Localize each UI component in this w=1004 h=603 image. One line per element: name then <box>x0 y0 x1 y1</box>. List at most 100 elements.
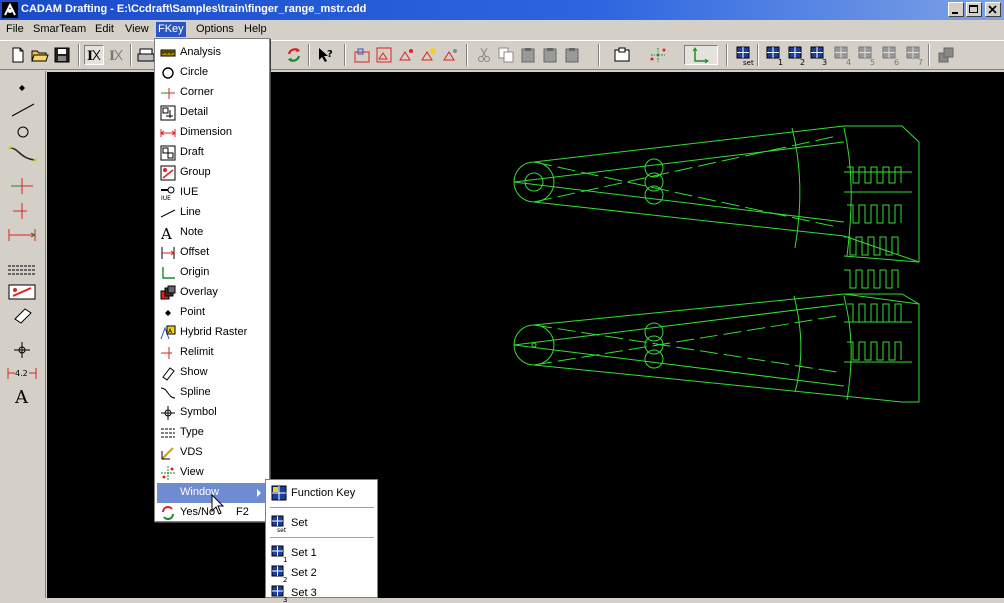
regenerate-icon[interactable] <box>284 45 304 65</box>
fkey-menu-item-show[interactable]: Show <box>157 363 267 383</box>
cut-icon[interactable] <box>474 45 494 65</box>
spline-tool-icon[interactable] <box>5 143 39 165</box>
layout-edit-icon[interactable] <box>374 45 394 65</box>
function-key-set-5-icon[interactable]: 5 <box>856 45 876 67</box>
menu-help[interactable]: Help <box>242 22 269 37</box>
corner-tool-icon[interactable] <box>5 175 39 197</box>
clipboard-icon[interactable] <box>562 45 582 65</box>
fkey-menu-item-dimension[interactable]: Dimension <box>157 123 267 143</box>
view-dim-icon[interactable] <box>440 45 460 65</box>
set-1-icon: 1 <box>271 545 287 563</box>
set-number-label: 7 <box>918 58 923 67</box>
toolbar-separator <box>78 44 80 66</box>
set-number-label: 3 <box>822 58 827 67</box>
close-button[interactable] <box>985 2 1001 17</box>
help-pointer-icon[interactable]: ? <box>316 45 336 65</box>
layer-off-icon[interactable]: I <box>106 45 126 65</box>
function-key-set-3-icon[interactable]: 3 <box>808 45 828 67</box>
fkey-menu-item-line[interactable]: Line <box>157 203 267 223</box>
toolbar-separator <box>466 44 468 66</box>
paste-special-icon[interactable] <box>540 45 560 65</box>
set-2-icon: 2 <box>271 565 287 583</box>
function-key-set-1-icon[interactable]: 1 <box>764 45 784 67</box>
fkey-menu-item-hybrid-raster[interactable]: A Hybrid Raster <box>157 323 267 343</box>
menu-item-label: Dimension <box>180 126 232 138</box>
fkey-menu-item-group[interactable]: Group <box>157 163 267 183</box>
menu-item-label: Draft <box>180 146 204 158</box>
function-key-stack-icon[interactable] <box>936 45 956 65</box>
frame-icon[interactable] <box>612 45 632 65</box>
submenu-item-set-3[interactable]: 3 Set 3 <box>268 583 374 603</box>
dimension-value-icon[interactable]: 4.2 <box>5 362 39 384</box>
svg-text:set: set <box>277 527 287 533</box>
menu-smarteam[interactable]: SmarTeam <box>31 22 88 37</box>
menu-item-label: Origin <box>180 266 210 278</box>
menu-file[interactable]: File <box>4 22 26 37</box>
group-tool-icon[interactable] <box>5 281 39 303</box>
fkey-menu-item-circle[interactable]: Circle <box>157 63 267 83</box>
layout-create-icon[interactable] <box>352 45 372 65</box>
menu-item-label: Yes/No <box>180 506 216 518</box>
view-triangle-icon[interactable] <box>396 45 416 65</box>
line-tool-icon[interactable] <box>5 99 39 121</box>
menu-view[interactable]: View <box>123 22 151 37</box>
fkey-menu-item-overlay[interactable]: Overlay <box>157 283 267 303</box>
print-icon[interactable] <box>136 45 156 65</box>
fkey-menu-item-symbol[interactable]: Symbol <box>157 403 267 423</box>
menu-options[interactable]: Options <box>194 22 236 37</box>
toolbar-separator <box>344 44 346 66</box>
function-key-set-icon[interactable]: set <box>734 45 754 67</box>
fkey-menu-item-view[interactable]: View <box>157 463 267 483</box>
fkey-menu-item-relimit[interactable]: Relimit <box>157 343 267 363</box>
dimension-icon <box>160 125 176 141</box>
point-tool-icon[interactable] <box>5 77 39 99</box>
function-key-set-7-icon[interactable]: 7 <box>904 45 924 67</box>
paste-icon[interactable] <box>518 45 538 65</box>
minimize-button[interactable] <box>948 2 964 17</box>
fkey-menu-item-spline[interactable]: Spline <box>157 383 267 403</box>
circle-tool-icon[interactable] <box>5 121 39 143</box>
fkey-menu-item-detail[interactable]: Detail <box>157 103 267 123</box>
fkey-menu-item-note[interactable]: A Note <box>157 223 267 243</box>
function-key-set-2-icon[interactable]: 2 <box>786 45 806 67</box>
window-submenu: Function Key set Set 1 Set 1 2 Set 2 3 S… <box>265 479 378 603</box>
menu-edit[interactable]: Edit <box>93 22 116 37</box>
relimit-tool-icon[interactable] <box>5 199 39 221</box>
menu-item-label: Symbol <box>180 406 217 418</box>
menu-fkey[interactable]: FKey <box>156 22 186 37</box>
fkey-menu-item-draft[interactable]: Draft <box>157 143 267 163</box>
fkey-menu-item-corner[interactable]: Corner <box>157 83 267 103</box>
submenu-item-set-2[interactable]: 2 Set 2 <box>268 563 374 583</box>
fkey-menu-item-offset[interactable]: Offset <box>157 243 267 263</box>
dimension-tool-icon[interactable] <box>5 223 39 245</box>
origin-target-icon[interactable] <box>5 339 39 361</box>
open-folder-icon[interactable] <box>30 45 50 65</box>
layer-icon[interactable]: I <box>84 45 104 65</box>
fkey-menu-item-point[interactable]: Point <box>157 303 267 323</box>
menu-item-label: Spline <box>180 386 211 398</box>
submenu-item-function-key[interactable]: Function Key <box>268 483 374 503</box>
main-toolbar: I I ? set 1 2 3 4 5 6 7 <box>0 40 1004 70</box>
cadam-app-icon[interactable] <box>2 2 18 18</box>
type-tool-icon[interactable] <box>5 259 39 281</box>
save-icon[interactable] <box>52 45 72 65</box>
function-key-set-4-icon[interactable]: 4 <box>832 45 852 67</box>
fkey-menu-item-iue[interactable]: IUE IUE <box>157 183 267 203</box>
submenu-item-set-1[interactable]: 1 Set 1 <box>268 543 374 563</box>
fkey-menu-item-origin[interactable]: Origin <box>157 263 267 283</box>
note-tool-icon[interactable]: A <box>5 384 39 406</box>
fkey-menu-item-type[interactable]: Type <box>157 423 267 443</box>
menu-item-label: VDS <box>180 446 203 458</box>
origin-axis-icon[interactable] <box>684 45 718 65</box>
view-move-icon[interactable] <box>648 45 668 65</box>
copy-icon[interactable] <box>496 45 516 65</box>
new-file-icon[interactable] <box>8 45 28 65</box>
fkey-menu-item-vds[interactable]: VDS <box>157 443 267 463</box>
eraser-tool-icon[interactable] <box>5 303 39 325</box>
function-key-set-6-icon[interactable]: 6 <box>880 45 900 67</box>
submenu-item-set[interactable]: set Set <box>268 513 374 533</box>
fkey-menu-item-analysis[interactable]: Analysis <box>157 43 267 63</box>
toolbar-separator <box>130 44 132 66</box>
maximize-button[interactable] <box>966 2 982 17</box>
view-highlight-icon[interactable] <box>418 45 438 65</box>
